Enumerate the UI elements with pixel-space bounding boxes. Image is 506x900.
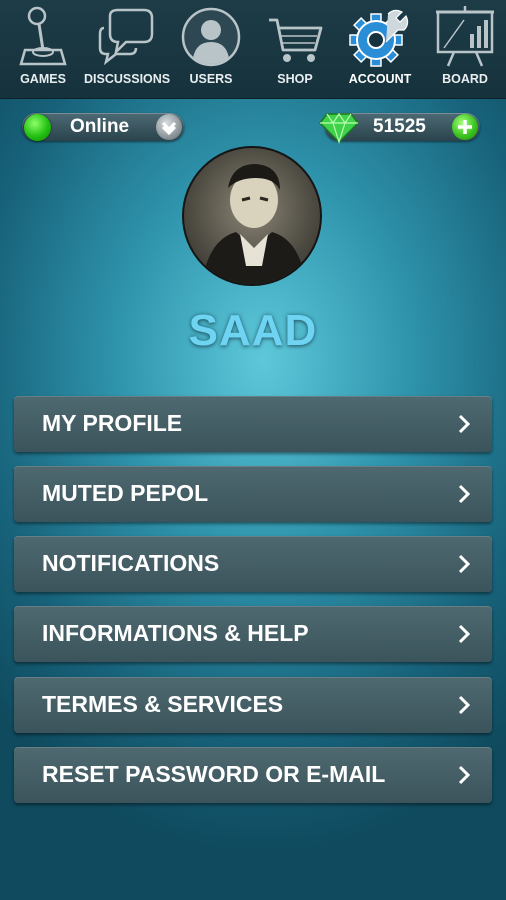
nav-tab-games[interactable]: GAMES	[8, 0, 78, 98]
menu-item-informations-help[interactable]: INFORMATIONS & HELP	[14, 606, 492, 662]
avatar-photo	[202, 164, 306, 284]
menu-item-label: RESET PASSWORD OR E-MAIL	[42, 761, 386, 787]
status-selector[interactable]: Online	[22, 113, 184, 141]
joystick-icon	[19, 6, 67, 66]
chevron-right-icon	[458, 765, 470, 785]
gem-icon	[319, 112, 359, 144]
gem-count: 51525	[373, 116, 426, 137]
nav-label-account: ACCOUNT	[348, 72, 412, 86]
status-label: Online	[70, 116, 130, 137]
chat-bubbles-icon	[98, 8, 154, 66]
top-nav-bar: GAMES DISCUSSIONS USERS SHOP ACCOUNT BOA…	[0, 0, 506, 99]
chevron-right-icon	[458, 414, 470, 434]
user-icon	[181, 7, 241, 67]
menu-item-label: INFORMATIONS & HELP	[42, 620, 309, 646]
chevron-down-icon	[161, 121, 177, 136]
chevron-right-icon	[458, 484, 470, 504]
nav-tab-users[interactable]: USERS	[176, 0, 246, 98]
status-dropdown-button[interactable]	[156, 114, 182, 140]
nav-label-shop: SHOP	[277, 72, 313, 86]
menu-item-notifications[interactable]: NOTIFICATIONS	[14, 536, 492, 592]
nav-tab-shop[interactable]: SHOP	[262, 0, 328, 98]
nav-label-users: USERS	[189, 72, 233, 86]
nav-label-discussions: DISCUSSIONS	[84, 72, 171, 86]
nav-tab-discussions[interactable]: DISCUSSIONS	[84, 0, 170, 98]
chevron-right-icon	[458, 624, 470, 644]
add-gems-button[interactable]	[452, 114, 478, 140]
nav-label-board: BOARD	[442, 72, 488, 86]
menu-item-terms-services[interactable]: TERMES & SERVICES	[14, 677, 492, 733]
menu-item-label: TERMES & SERVICES	[42, 691, 284, 717]
avatar[interactable]	[182, 146, 322, 286]
profile-username: SAAD	[188, 306, 318, 355]
menu-item-label: MUTED PEPOL	[42, 480, 209, 506]
menu-item-muted-people[interactable]: MUTED PEPOL	[14, 466, 492, 522]
menu-item-label: NOTIFICATIONS	[42, 550, 220, 576]
menu-item-my-profile[interactable]: MY PROFILE	[14, 396, 492, 452]
cart-icon	[269, 18, 323, 62]
chevron-right-icon	[458, 695, 470, 715]
plus-icon	[458, 120, 472, 134]
menu-item-label: MY PROFILE	[42, 410, 183, 436]
gem-balance: 51525	[319, 112, 480, 144]
presentation-board-icon	[436, 6, 494, 67]
online-status-dot-icon	[24, 114, 51, 141]
nav-tab-account[interactable]: ACCOUNT	[344, 0, 416, 98]
nav-label-games: GAMES	[20, 72, 66, 86]
nav-tab-board[interactable]: BOARD	[432, 0, 498, 98]
gear-wrench-icon	[349, 9, 409, 67]
chevron-right-icon	[458, 554, 470, 574]
menu-item-reset-password[interactable]: RESET PASSWORD OR E-MAIL	[14, 747, 492, 803]
